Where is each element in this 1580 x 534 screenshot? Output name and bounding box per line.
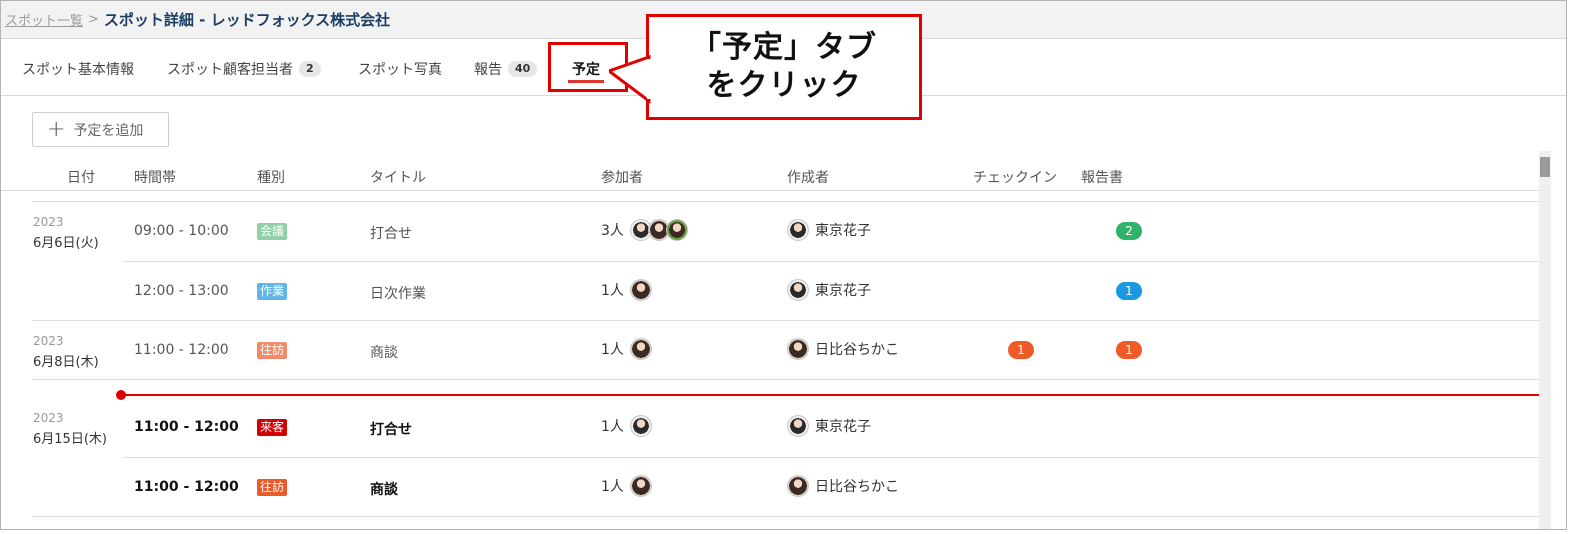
date-day: 6月15日(木) [33, 432, 107, 447]
type-badge: 往訪 [257, 342, 288, 359]
avatar [629, 415, 652, 437]
column-header-title: タイトル [370, 170, 426, 186]
group-separator [32, 379, 1539, 380]
checkin-count-badge[interactable]: 1 [1008, 341, 1034, 359]
tab-label: スポット顧客担当者 [167, 62, 293, 78]
row-participants: 1人 [601, 415, 652, 437]
type-badge: 会議 [257, 223, 288, 240]
column-header-report: 報告書 [1081, 170, 1123, 186]
add-schedule-label: 予定を追加 [73, 122, 144, 139]
tab-label: スポット写真 [358, 62, 442, 78]
tab-count-badge: 2 [299, 61, 321, 77]
creator-name: 日比谷ちかこ [815, 342, 899, 358]
row-divider [123, 457, 1539, 458]
row-participants: 3人 [601, 219, 688, 241]
row-title[interactable]: 日次作業 [370, 283, 426, 303]
row-time: 11:00 - 12:00 [134, 479, 239, 495]
avatar [665, 219, 688, 241]
row-title[interactable]: 打合せ [370, 223, 412, 243]
date-year: 2023 [33, 215, 64, 229]
row-title[interactable]: 商談 [370, 479, 398, 499]
participant-count: 1人 [601, 479, 624, 495]
current-time-dot [116, 390, 126, 400]
column-header-participants: 参加者 [601, 170, 643, 186]
tab-spot-customer-contacts[interactable]: スポット顧客担当者 2 [167, 59, 321, 79]
group-separator [32, 201, 1539, 202]
avatar [787, 219, 809, 241]
column-header-time: 時間帯 [134, 170, 176, 186]
participant-count: 1人 [601, 283, 624, 299]
group-separator [32, 320, 1539, 321]
report-count-badge[interactable]: 1 [1116, 341, 1142, 359]
row-time: 11:00 - 12:00 [134, 419, 239, 435]
participant-count: 3人 [601, 223, 624, 239]
creator-name: 東京花子 [815, 223, 871, 239]
creator-name: 日比谷ちかこ [815, 479, 899, 495]
row-divider [123, 261, 1539, 262]
report-count-badge[interactable]: 2 [1116, 222, 1142, 240]
column-header-checkin: チェックイン [973, 170, 1057, 186]
avatar [787, 415, 809, 437]
tab-count-badge: 40 [508, 61, 538, 77]
column-header-creator: 作成者 [787, 170, 829, 186]
date-day: 6月8日(木) [33, 355, 99, 370]
creator-name: 東京花子 [815, 283, 871, 299]
avatar [787, 338, 809, 360]
row-participants: 1人 [601, 475, 652, 497]
callout-line-2: をクリック [706, 68, 862, 103]
app-frame: スポット一覧 > スポット詳細 - レッドフォックス株式会社 スポット基本情報 … [0, 0, 1567, 530]
row-creator: 東京花子 [787, 415, 871, 437]
tab-label: スポット基本情報 [22, 62, 134, 78]
plus-icon: + [47, 116, 66, 142]
avatar [629, 475, 652, 497]
date-year: 2023 [33, 334, 64, 348]
breadcrumb-separator: > [88, 12, 99, 27]
date-year: 2023 [33, 411, 64, 425]
table-header: 日付 時間帯 種別 タイトル 参加者 作成者 チェックイン 報告書 [1, 161, 1539, 191]
instruction-callout: 「予定」タブ をクリック [646, 14, 922, 120]
row-time: 12:00 - 13:00 [134, 283, 229, 299]
row-creator: 日比谷ちかこ [787, 475, 899, 497]
group-separator [32, 516, 1539, 517]
type-badge: 作業 [257, 283, 288, 300]
add-schedule-button[interactable]: + 予定を追加 [32, 112, 169, 147]
avatar [787, 279, 809, 301]
row-creator: 東京花子 [787, 219, 871, 241]
row-participants: 1人 [601, 279, 652, 301]
current-time-line [121, 394, 1541, 396]
row-time: 11:00 - 12:00 [134, 342, 229, 358]
row-title[interactable]: 打合せ [370, 419, 412, 439]
scrollbar-thumb[interactable] [1540, 157, 1550, 177]
row-time: 09:00 - 10:00 [134, 223, 229, 239]
avatar [629, 279, 652, 301]
tab-spot-photos[interactable]: スポット写真 [358, 59, 442, 79]
tab-reports[interactable]: 報告 40 [474, 59, 538, 79]
avatar [787, 475, 809, 497]
row-title[interactable]: 商談 [370, 342, 398, 362]
tab-spot-basic-info[interactable]: スポット基本情報 [22, 59, 134, 79]
report-count-badge[interactable]: 1 [1116, 282, 1142, 300]
column-header-type: 種別 [257, 170, 285, 186]
type-badge: 往訪 [257, 479, 288, 496]
participant-count: 1人 [601, 419, 624, 435]
page-title: スポット詳細 - レッドフォックス株式会社 [103, 11, 391, 29]
tab-label: 報告 [474, 62, 502, 78]
type-badge: 来客 [257, 419, 288, 436]
row-participants: 1人 [601, 338, 652, 360]
vertical-scrollbar[interactable] [1539, 151, 1551, 529]
row-creator: 東京花子 [787, 279, 871, 301]
date-day: 6月6日(火) [33, 236, 99, 251]
creator-name: 東京花子 [815, 419, 871, 435]
row-creator: 日比谷ちかこ [787, 338, 899, 360]
avatar [629, 338, 652, 360]
callout-pointer [609, 54, 659, 104]
column-header-date: 日付 [67, 170, 95, 186]
breadcrumb-spot-list-link[interactable]: スポット一覧 [5, 10, 83, 29]
callout-line-1: 「予定」タブ [691, 30, 877, 65]
participant-count: 1人 [601, 342, 624, 358]
